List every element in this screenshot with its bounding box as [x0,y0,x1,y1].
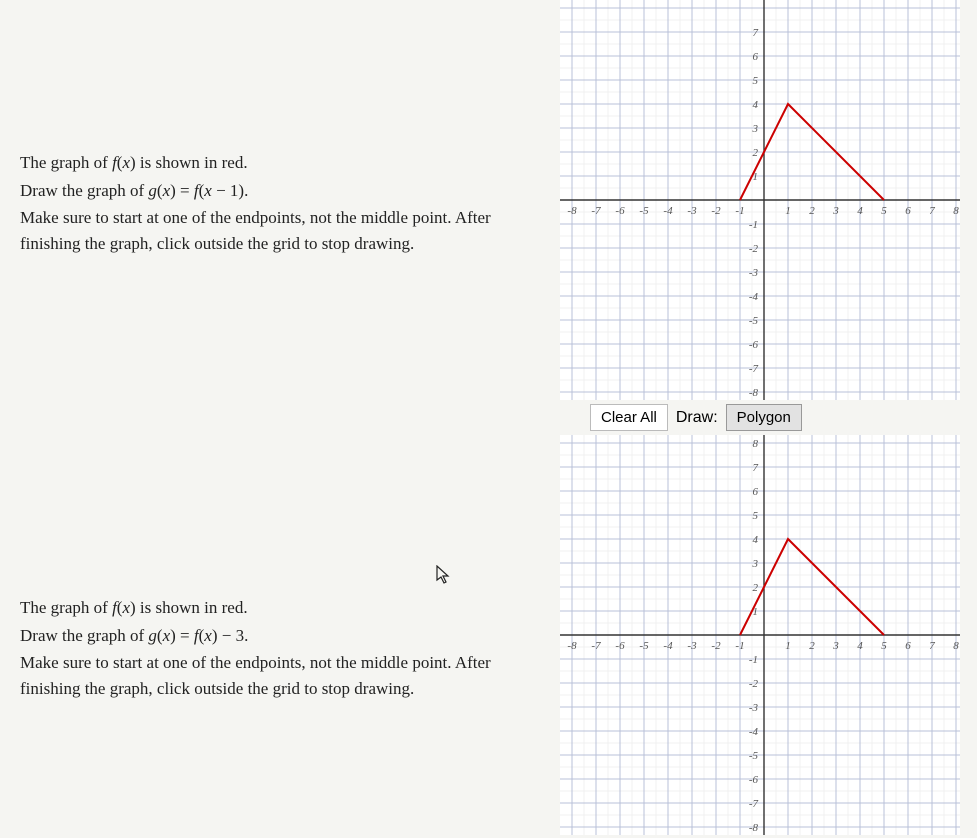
svg-text:2: 2 [753,582,759,594]
svg-text:6: 6 [905,205,911,217]
svg-text:-6: -6 [615,205,625,217]
svg-text:-7: -7 [749,798,759,810]
graph-canvas-1[interactable]: -8 -7 -6 -5 -4 -3 -2 -1 1 2 3 4 5 6 7 8 -8 -7 -6 -5 -4 -3 -2 -1… [560,0,960,400]
svg-text:-6: -6 [615,640,625,652]
problem-2-text: The graph of f(x) is shown in red. Draw … [0,435,560,713]
svg-text:-5: -5 [749,750,759,762]
svg-text:-3: -3 [749,267,759,279]
svg-text:-1: -1 [749,219,758,231]
graph-canvas-2[interactable]: -8 -7 -6 -5 -4 -3 -2 -1 1 2 3 4 5 6 7 8 -8 -7 -6 -5 -4 -3 -2 -1… [560,435,960,835]
svg-text:8: 8 [953,640,959,652]
svg-text:7: 7 [753,462,759,474]
svg-text:6: 6 [753,486,759,498]
svg-text:2: 2 [809,205,815,217]
svg-text:3: 3 [752,123,759,135]
svg-text:-2: -2 [711,640,721,652]
problem-1-line-1: The graph of f(x) is shown in red. [20,150,540,176]
svg-text:-8: -8 [567,640,577,652]
svg-text:-5: -5 [749,315,759,327]
svg-text:5: 5 [881,205,887,217]
svg-text:-1: -1 [735,205,744,217]
svg-text:5: 5 [753,510,759,522]
svg-text:3: 3 [832,640,839,652]
svg-text:-3: -3 [687,640,697,652]
svg-text:-7: -7 [749,363,759,375]
svg-text:4: 4 [753,99,759,111]
svg-text:-4: -4 [663,205,673,217]
svg-text:-8: -8 [749,822,759,834]
svg-text:-8: -8 [749,387,759,399]
svg-text:3: 3 [752,558,759,570]
svg-text:-2: -2 [749,678,759,690]
clear-all-button[interactable]: Clear All [590,404,668,431]
svg-text:-4: -4 [749,726,759,738]
problem-2-line-2: Draw the graph of g(x) = f(x) − 3. [20,623,540,649]
svg-text:1: 1 [785,640,791,652]
svg-text:-3: -3 [749,702,759,714]
svg-text:-2: -2 [711,205,721,217]
svg-text:4: 4 [857,205,863,217]
svg-text:5: 5 [753,75,759,87]
svg-text:1: 1 [785,205,791,217]
svg-text:7: 7 [929,205,935,217]
problem-2-line-3: Make sure to start at one of the endpoin… [20,650,540,701]
problem-1-line-3: Make sure to start at one of the endpoin… [20,205,540,256]
svg-text:-7: -7 [591,205,601,217]
problem-2-line-1: The graph of f(x) is shown in red. [20,595,540,621]
svg-text:-3: -3 [687,205,697,217]
svg-text:-5: -5 [639,640,649,652]
svg-text:8: 8 [753,438,759,450]
svg-text:6: 6 [905,640,911,652]
svg-text:-6: -6 [749,339,759,351]
svg-text:-8: -8 [567,205,577,217]
problem-1-text: The graph of f(x) is shown in red. Draw … [0,0,560,268]
svg-text:-4: -4 [663,640,673,652]
svg-text:4: 4 [857,640,863,652]
svg-text:2: 2 [753,147,759,159]
svg-text:-1: -1 [735,640,744,652]
svg-text:2: 2 [809,640,815,652]
svg-text:-4: -4 [749,291,759,303]
svg-text:-6: -6 [749,774,759,786]
svg-text:5: 5 [881,640,887,652]
svg-text:7: 7 [753,27,759,39]
svg-text:4: 4 [753,534,759,546]
svg-text:-2: -2 [749,243,759,255]
svg-text:6: 6 [753,51,759,63]
toolbar-1: Clear All Draw: Polygon [590,404,802,431]
svg-text:3: 3 [832,205,839,217]
svg-text:8: 8 [953,205,959,217]
polygon-tool-button[interactable]: Polygon [726,404,802,431]
svg-text:7: 7 [929,640,935,652]
svg-text:-5: -5 [639,205,649,217]
svg-text:-1: -1 [749,654,758,666]
problem-1-line-2: Draw the graph of g(x) = f(x − 1). [20,178,540,204]
draw-label: Draw: [676,409,718,427]
svg-text:-7: -7 [591,640,601,652]
